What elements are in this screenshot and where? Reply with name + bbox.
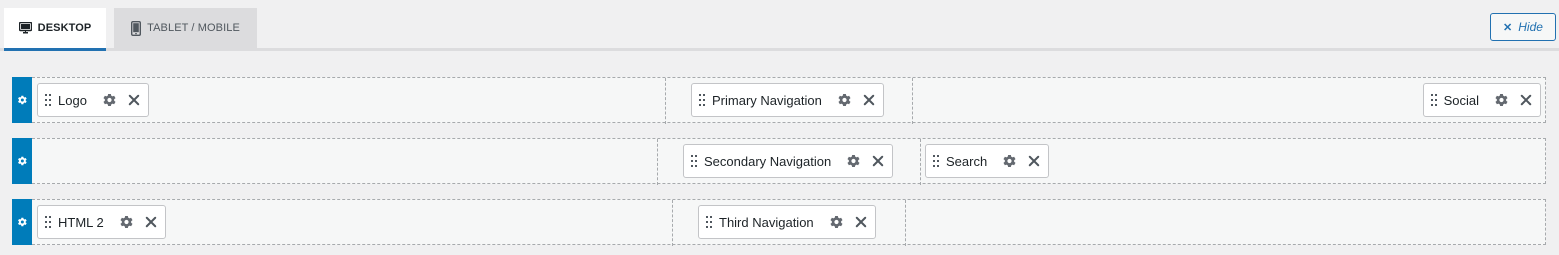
gear-icon: [18, 95, 27, 105]
tab-tablet-mobile[interactable]: TABLET / MOBILE: [114, 8, 257, 48]
header-builder: DESKTOP TABLET / MOBILE ✕ Hide Logo Prim…: [0, 0, 1559, 255]
hide-button[interactable]: ✕ Hide: [1490, 13, 1556, 41]
row-area: Logo Primary Navigation Social: [32, 77, 1546, 124]
close-icon: ✕: [1503, 21, 1513, 34]
gear-icon[interactable]: [837, 93, 851, 107]
gear-icon: [18, 156, 27, 166]
row-area: HTML 2 Third Navigation: [32, 199, 1546, 246]
item-label: Third Navigation: [719, 214, 814, 230]
zone-center: Secondary Navigation: [658, 139, 921, 185]
close-icon[interactable]: [128, 94, 140, 106]
close-icon[interactable]: [855, 216, 867, 228]
close-icon[interactable]: [872, 155, 884, 167]
item-label: Social: [1443, 92, 1479, 108]
builder-item-logo[interactable]: Logo: [37, 83, 149, 117]
tablet-icon: [131, 20, 142, 36]
builder-item-social[interactable]: Social: [1422, 83, 1541, 117]
gear-icon[interactable]: [846, 154, 860, 168]
tab-tablet-mobile-label: TABLET / MOBILE: [147, 22, 240, 34]
builder-item-html-2[interactable]: HTML 2: [37, 205, 166, 239]
row-settings-button[interactable]: [12, 199, 32, 245]
item-label: Logo: [58, 92, 87, 108]
zone-right: Social: [913, 78, 1546, 124]
tab-desktop[interactable]: DESKTOP: [4, 8, 106, 51]
row-area: Secondary Navigation Search: [32, 138, 1546, 185]
drag-handle-icon[interactable]: [1430, 94, 1437, 106]
builder-item-third-navigation[interactable]: Third Navigation: [698, 205, 876, 239]
gear-icon: [18, 217, 27, 227]
builder-item-search[interactable]: Search: [925, 144, 1050, 178]
zone-left: Logo: [32, 78, 666, 124]
item-label: Secondary Navigation: [704, 153, 832, 169]
zone-left: [32, 139, 658, 185]
gear-icon[interactable]: [102, 93, 116, 107]
tab-desktop-label: DESKTOP: [37, 22, 92, 34]
item-label: HTML 2: [58, 214, 104, 230]
drag-handle-icon[interactable]: [45, 94, 51, 106]
zone-center: Primary Navigation: [666, 78, 913, 124]
gear-icon[interactable]: [1002, 154, 1016, 168]
gear-icon[interactable]: [829, 215, 843, 229]
row-settings-button[interactable]: [12, 77, 32, 123]
device-tabbar: DESKTOP TABLET / MOBILE ✕ Hide: [0, 0, 1559, 52]
builder-row-bottom: HTML 2 Third Navigation: [12, 199, 1546, 246]
gear-icon[interactable]: [1494, 93, 1508, 107]
zone-center: Third Navigation: [673, 200, 906, 246]
drag-handle-icon[interactable]: [933, 155, 939, 167]
builder-row-main: Secondary Navigation Search: [12, 138, 1546, 185]
hide-button-label: Hide: [1518, 20, 1543, 34]
zone-right: Search: [921, 139, 1546, 185]
desktop-icon: [18, 22, 32, 34]
close-icon[interactable]: [1028, 155, 1040, 167]
builder-item-primary-navigation[interactable]: Primary Navigation: [691, 83, 884, 117]
tabbar-divider: [0, 48, 1559, 51]
builder-row-top: Logo Primary Navigation Social: [12, 77, 1546, 124]
row-settings-button[interactable]: [12, 138, 32, 184]
gear-icon[interactable]: [119, 215, 133, 229]
close-icon[interactable]: [1520, 94, 1532, 106]
item-label: Primary Navigation: [712, 92, 822, 108]
drag-handle-icon[interactable]: [45, 216, 51, 228]
builder-item-secondary-navigation[interactable]: Secondary Navigation: [683, 144, 894, 178]
drag-handle-icon[interactable]: [706, 216, 712, 228]
close-icon[interactable]: [863, 94, 875, 106]
item-label: Search: [946, 153, 988, 169]
close-icon[interactable]: [145, 216, 157, 228]
zone-right: [906, 200, 1546, 246]
drag-handle-icon[interactable]: [699, 94, 705, 106]
drag-handle-icon[interactable]: [691, 155, 697, 167]
zone-left: HTML 2: [32, 200, 673, 246]
